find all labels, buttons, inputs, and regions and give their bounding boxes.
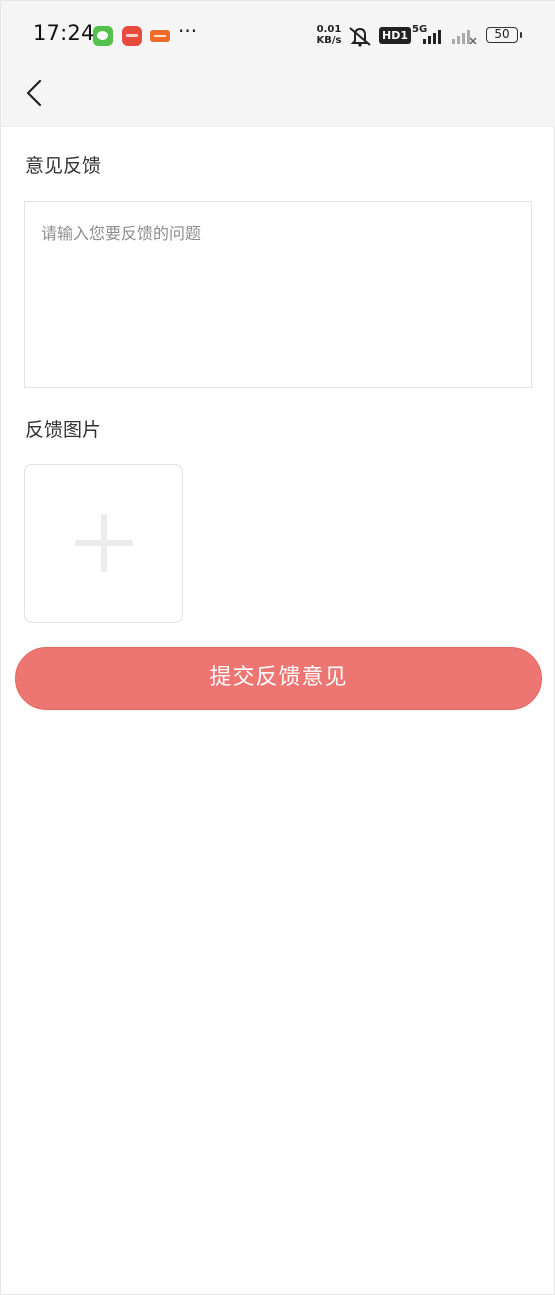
feedback-images-label: 反馈图片 <box>25 419 102 441</box>
battery-indicator: 50 <box>486 27 522 43</box>
status-time: 17:24 <box>33 21 95 45</box>
secondary-signal-icon <box>451 28 477 48</box>
plus-icon <box>75 514 133 576</box>
signal-icon <box>421 28 447 48</box>
feedback-textarea-container <box>24 201 532 388</box>
top-bar: 17:24 ··· 0.01 KB/s HD1 5G 50 <box>1 1 555 127</box>
app-screen: 17:24 ··· 0.01 KB/s HD1 5G 50 意见反馈 请输入您要… <box>0 0 555 1295</box>
feedback-label: 意见反馈 <box>25 155 102 177</box>
toutiao-icon <box>150 30 170 42</box>
submit-feedback-button[interactable]: 提交反馈意见 <box>15 647 542 710</box>
mute-icon <box>347 25 373 51</box>
wechat-icon <box>93 26 113 46</box>
network-speed-unit: KB/s <box>316 35 342 46</box>
more-notifications-icon: ··· <box>178 19 198 43</box>
feedback-textarea[interactable] <box>25 202 531 387</box>
back-button[interactable] <box>19 73 49 113</box>
hd-voice-badge: HD1 <box>379 27 411 44</box>
network-speed: 0.01 KB/s <box>314 24 344 46</box>
network-speed-value: 0.01 <box>316 24 342 35</box>
chevron-left-icon <box>19 79 49 117</box>
add-image-button[interactable] <box>24 464 183 623</box>
app-notification-icon <box>122 26 142 46</box>
